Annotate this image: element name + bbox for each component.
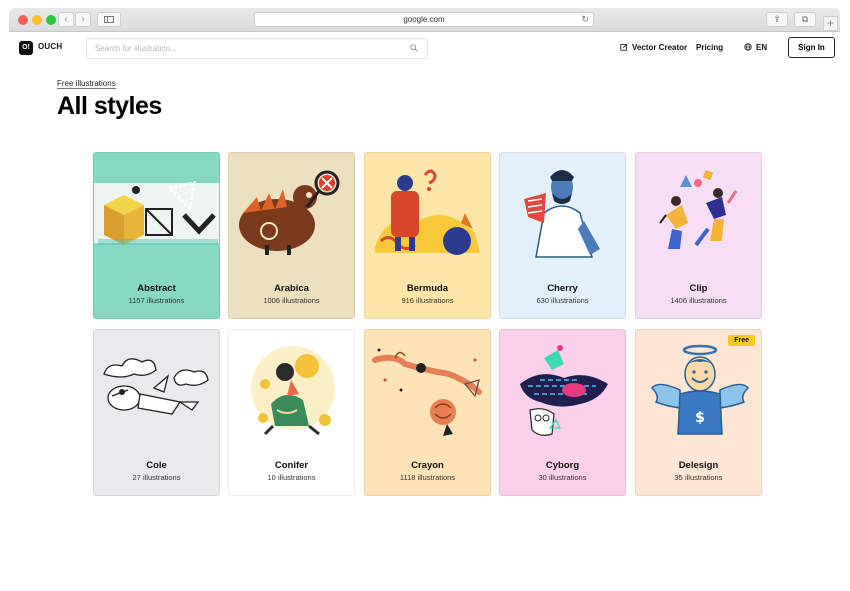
abstract-illustration [94,181,219,245]
pricing-link[interactable]: Pricing [696,43,723,52]
svg-text:$: $ [695,410,705,426]
breadcrumb[interactable]: Free illustrations [57,79,116,89]
style-card-abstract[interactable]: Abstract 1157 illustrations [93,152,220,319]
style-card-delesign[interactable]: $ Free Delesign 35 illustrations [635,329,762,496]
conifer-illustration [251,346,335,436]
delesign-illustration: $ [651,344,749,435]
style-card-arabica[interactable]: Arabica 1006 illustrations [228,152,355,319]
style-card-bermuda[interactable]: Bermuda 916 illustrations [364,152,491,319]
style-card-cherry[interactable]: Cherry 630 illustrations [499,152,626,319]
style-name: Cherry [547,283,578,294]
clip-illustration [659,169,738,249]
style-card-crayon[interactable]: Crayon 1118 illustrations [364,329,491,496]
external-link-icon [620,43,628,51]
style-name: Delesign [678,460,719,471]
zoom-window-button[interactable] [46,15,56,25]
share-icon[interactable]: ⇪ [766,12,788,27]
search-box[interactable] [86,38,428,59]
style-card-cole[interactable]: Cole 27 illustrations [93,329,220,496]
close-window-button[interactable] [18,15,28,25]
illustration-count: 35 illustrations [674,473,723,482]
style-name: Crayon [411,460,444,471]
style-card-conifer[interactable]: Conifer 10 illustrations [228,329,355,496]
globe-icon [744,43,752,51]
style-name: Abstract [137,283,176,294]
back-arrow-icon[interactable]: ‹ [58,12,74,27]
plus-icon[interactable]: + [823,16,838,31]
cherry-illustration [524,170,600,258]
page-title: All styles [57,92,162,120]
style-name: Cole [146,460,167,471]
cole-illustration [103,358,209,415]
illustration-count: 916 illustrations [401,296,454,305]
logo-mark[interactable]: O! [19,41,33,55]
illustration-count: 27 illustrations [132,473,181,482]
style-name: Conifer [274,460,309,471]
address-bar[interactable]: google.com ↻ [254,12,594,27]
search-input[interactable] [95,42,395,55]
illustration-count: 1006 illustrations [263,296,320,305]
crayon-illustration [372,348,482,436]
site-header: O! OUCH Vector Creator Pricing EN Sign I… [0,33,850,63]
illustration-count: 1157 illustrations [128,296,185,305]
minimize-window-button[interactable] [32,15,42,25]
free-badge: Free [728,335,755,346]
search-icon[interactable] [410,44,418,52]
style-card-clip[interactable]: Clip 1406 illustrations [635,152,762,319]
style-card-cyborg[interactable]: Cyborg 30 illustrations [499,329,626,496]
illustration-count: 630 illustrations [536,296,589,305]
browser-toolbar: ‹ › google.com ↻ ⇪ ⧉ [9,8,840,32]
address-url: google.com [403,15,445,24]
sidebar-icon[interactable] [97,12,121,27]
sign-in-button[interactable]: Sign In [788,37,835,58]
illustration-count: 1406 illustrations [670,296,727,305]
vector-creator-link[interactable]: Vector Creator [632,43,687,52]
arabica-illustration [239,170,340,255]
illustration-count: 10 illustrations [267,473,316,482]
tabs-icon[interactable]: ⧉ [794,12,816,27]
style-name: Clip [689,283,708,294]
reload-icon[interactable]: ↻ [581,13,589,26]
forward-arrow-icon[interactable]: › [75,12,91,27]
cyborg-illustration [520,345,608,436]
language-selector[interactable]: EN [756,43,767,52]
illustration-count: 1118 illustrations [399,473,456,482]
illustration-count: 30 illustrations [538,473,587,482]
bermuda-illustration [375,169,480,255]
style-name: Cyborg [545,460,580,471]
style-name: Arabica [274,283,309,294]
style-name: Bermuda [406,283,449,294]
logo-text[interactable]: OUCH [38,42,62,51]
